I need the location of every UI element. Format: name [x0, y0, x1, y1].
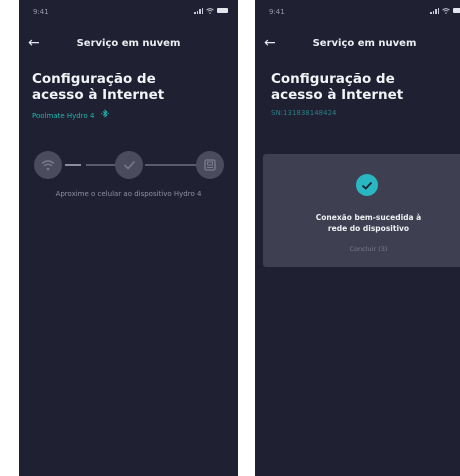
navigation-bar: ← Serviço em nuvem: [255, 32, 460, 58]
device-icon: [204, 159, 216, 171]
page-title: Serviço em nuvem: [312, 38, 417, 49]
status-icons: [430, 7, 460, 14]
signal-icon: [430, 7, 439, 14]
wifi-icon: [41, 160, 55, 171]
device-info: Poolmate Hydro 4: [32, 109, 109, 120]
serial-number: SN:131838148424: [271, 109, 337, 117]
signal-icon: [194, 7, 203, 14]
status-bar: 9:41: [255, 6, 460, 18]
battery-icon: [217, 8, 228, 13]
conclude-button[interactable]: Concluir (3): [263, 245, 460, 253]
step-wifi: [34, 151, 62, 179]
device-model: Hydro 4: [66, 112, 95, 120]
phone-screen-pairing: 9:41 ← Serviço em nuvem Configuração de …: [19, 0, 238, 476]
status-bar: 9:41: [19, 6, 238, 18]
step-connector: [65, 164, 81, 166]
step-check: [115, 151, 143, 179]
success-message-line1: Conexão bem-sucedida à: [315, 213, 422, 222]
device-brand: Poolmate: [32, 112, 65, 120]
check-icon: [123, 160, 135, 170]
step-device: [196, 151, 224, 179]
success-message-line2: rede do dispositivo: [327, 224, 410, 233]
navigation-bar: ← Serviço em nuvem: [19, 32, 238, 58]
status-time: 9:41: [33, 8, 49, 16]
status-time: 9:41: [269, 8, 285, 16]
wifi-status-icon: [442, 7, 450, 14]
pairing-hint: Aproxime o celular ao dispositivo Hydro …: [55, 190, 202, 198]
success-check-icon: [356, 174, 378, 196]
success-message: Conexão bem-sucedida à rede do dispositi…: [283, 212, 454, 234]
bluetooth-icon: [100, 109, 109, 120]
wifi-status-icon: [206, 7, 214, 14]
phone-screen-success: 9:41 ← Serviço em nuvem Configuração de …: [255, 0, 460, 476]
status-icons: [194, 7, 228, 14]
battery-icon: [453, 8, 460, 13]
setup-heading: Configuração de acesso à Internet: [32, 71, 165, 103]
page-title: Serviço em nuvem: [76, 38, 181, 49]
pairing-steps: [34, 151, 224, 181]
success-card: Conexão bem-sucedida à rede do dispositi…: [263, 154, 460, 267]
setup-heading: Configuração de acesso à Internet: [271, 71, 404, 103]
